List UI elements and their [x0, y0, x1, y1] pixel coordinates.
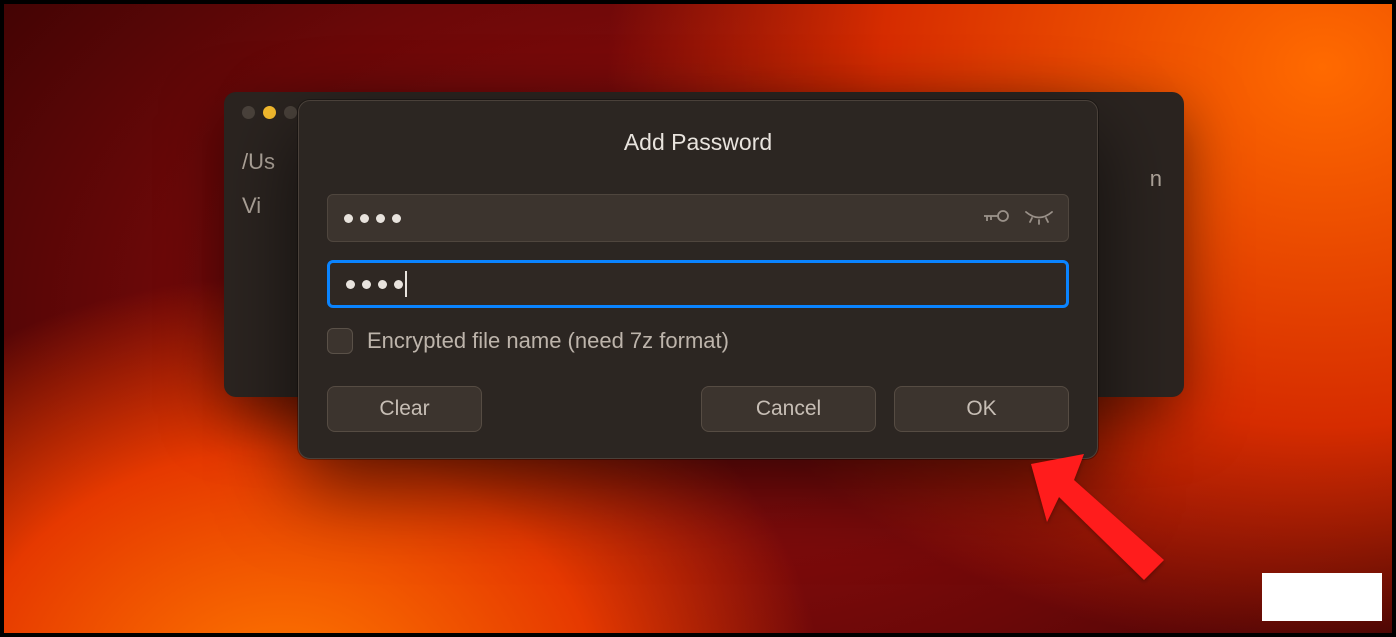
traffic-zoom-icon[interactable] — [284, 106, 297, 119]
password-input[interactable] — [327, 194, 1069, 242]
confirm-password-input[interactable] — [327, 260, 1069, 308]
clear-button[interactable]: Clear — [327, 386, 482, 432]
eye-closed-icon[interactable] — [1024, 207, 1054, 230]
traffic-close-icon[interactable] — [242, 106, 255, 119]
confirm-password-mask — [346, 280, 403, 289]
parent-trailing-text: n — [1150, 166, 1162, 192]
encrypt-filename-checkbox[interactable] — [327, 328, 353, 354]
text-cursor — [405, 271, 407, 297]
traffic-minimize-icon[interactable] — [263, 106, 276, 119]
key-icon[interactable] — [982, 207, 1010, 230]
watermark — [1262, 573, 1382, 621]
cancel-button[interactable]: Cancel — [701, 386, 876, 432]
add-password-modal: Add Password — [298, 100, 1098, 459]
modal-title: Add Password — [327, 129, 1069, 156]
encrypt-filename-label: Encrypted file name (need 7z format) — [367, 328, 729, 354]
password-mask — [344, 214, 401, 223]
ok-button[interactable]: OK — [894, 386, 1069, 432]
